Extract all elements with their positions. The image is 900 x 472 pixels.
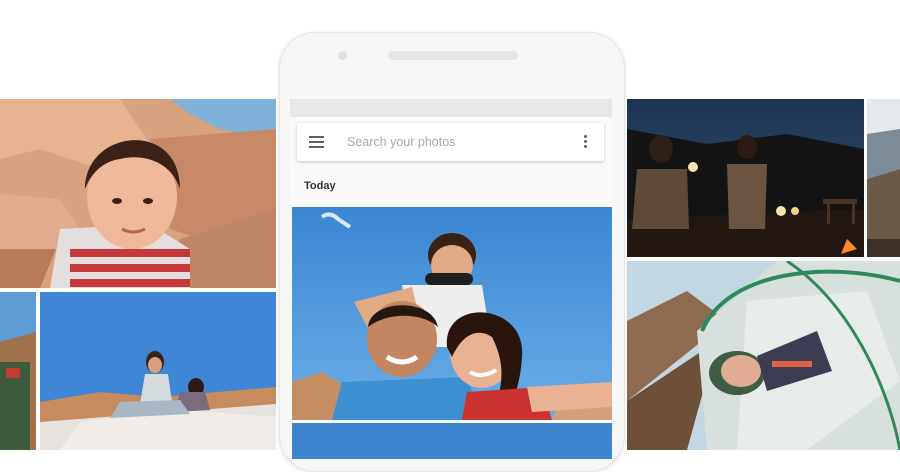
search-bar[interactable]: Search your photos [297, 123, 604, 161]
status-bar [290, 99, 612, 117]
photo-boy-in-tent[interactable] [627, 261, 900, 450]
vertical-more-icon[interactable] [584, 135, 588, 149]
photo-boy-selfie[interactable] [0, 99, 276, 288]
photo-campfire-night-image [627, 99, 864, 257]
photo-boy-in-tent-image [627, 261, 900, 450]
photo-campfire-night[interactable] [627, 99, 864, 257]
photo-partial-left-image [0, 292, 36, 450]
photo-family-smiling[interactable] [292, 207, 612, 420]
hamburger-menu-icon[interactable] [309, 136, 324, 148]
photo-boy-selfie-image [0, 99, 276, 288]
photo-partial-left[interactable] [0, 292, 36, 450]
photo-mother-child-rocks[interactable] [40, 292, 276, 450]
search-input[interactable]: Search your photos [347, 135, 455, 149]
photo-partial-right-top-image [867, 99, 900, 257]
photo-partial-right-top[interactable] [867, 99, 900, 257]
phone-camera [338, 51, 347, 60]
section-heading-today: Today [304, 180, 336, 192]
photo-mother-child-rocks-image [40, 292, 276, 450]
phone-speaker [388, 51, 518, 60]
photo-next-preview[interactable] [292, 423, 612, 459]
phone-screen: Search your photos Today [290, 99, 612, 459]
photo-family-smiling-image [292, 207, 612, 420]
